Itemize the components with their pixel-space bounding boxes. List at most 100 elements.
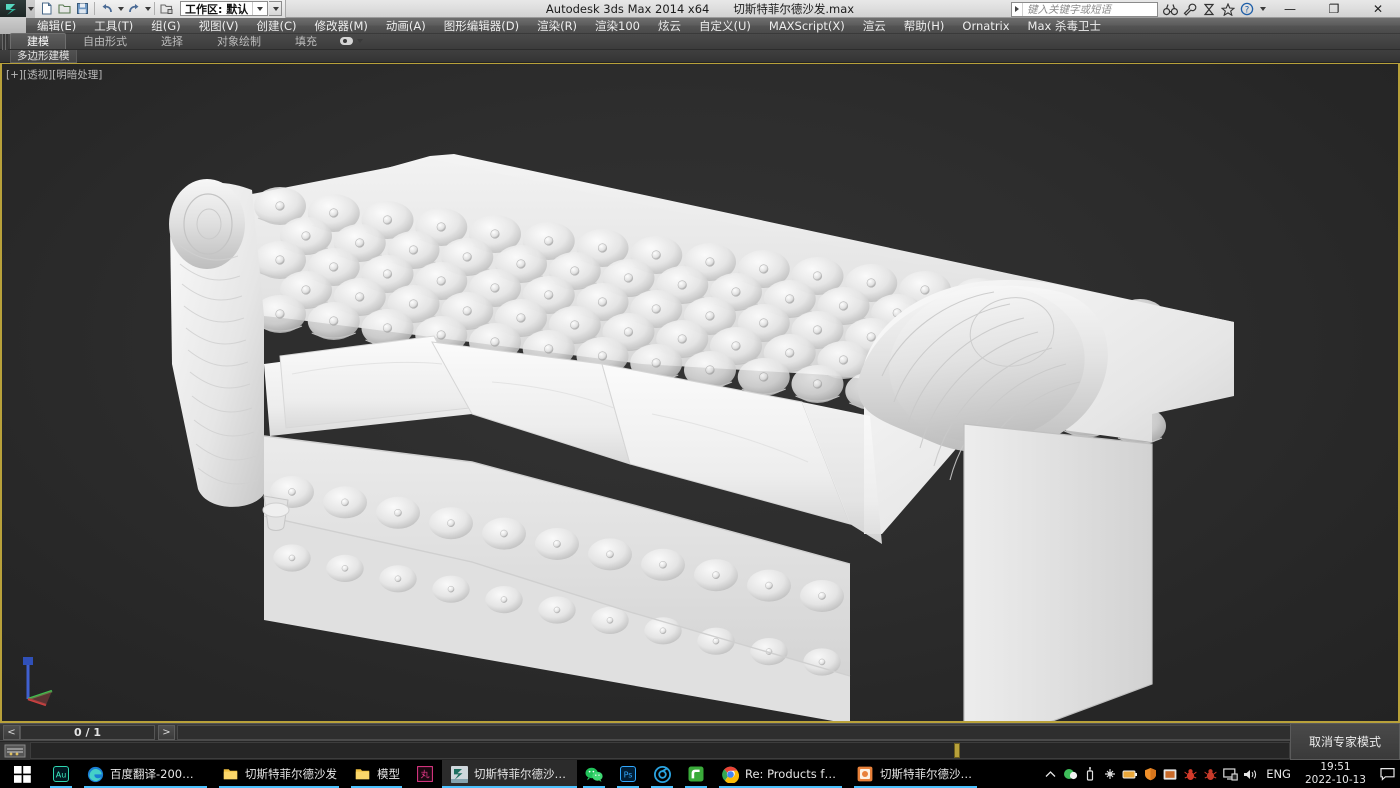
taskbar-item-label: Re: Products for ... xyxy=(745,767,840,781)
taskbar-app-maru[interactable]: 丸 xyxy=(408,760,442,788)
help-question-icon[interactable]: ? xyxy=(1237,0,1256,18)
taskbar-folder-sofa[interactable]: 切斯特菲尔德沙发 xyxy=(213,760,345,788)
time-slider-track[interactable] xyxy=(177,725,1400,740)
orange-shield-icon[interactable] xyxy=(1140,760,1160,788)
taskbar-3dsmax[interactable]: 切斯特菲尔德沙发.... xyxy=(442,760,577,788)
show-hidden-icons-chevron-icon[interactable] xyxy=(1040,760,1060,788)
chevron-down-icon xyxy=(118,7,124,11)
volume-speaker-icon[interactable] xyxy=(1240,760,1260,788)
save-file-button[interactable] xyxy=(74,1,91,17)
close-button[interactable]: ✕ xyxy=(1356,0,1400,18)
usb-eject-icon[interactable] xyxy=(1080,760,1100,788)
title-bar-right: 键入关键字或短语 ? — ❐ ✕ xyxy=(1011,0,1400,18)
menu-animation[interactable]: 动画(A) xyxy=(377,18,435,34)
red-ant2-icon[interactable] xyxy=(1200,760,1220,788)
ribbon-overflow-button[interactable] xyxy=(334,33,369,49)
perspective-viewport[interactable]: [+][透视][明暗处理] xyxy=(2,64,1398,721)
toolbar-separator xyxy=(154,2,155,15)
menu-group[interactable]: 组(G) xyxy=(142,18,189,34)
taskbar-audition[interactable]: Au xyxy=(44,760,78,788)
current-frame-field[interactable]: 0 / 1 xyxy=(20,725,155,740)
cancel-expert-mode-button[interactable]: 取消专家模式 xyxy=(1290,723,1400,760)
menu-help[interactable]: 帮助(H) xyxy=(895,18,954,34)
hourglass-icon[interactable] xyxy=(1199,0,1218,18)
ribbon-tab-populate[interactable]: 填充 xyxy=(278,33,334,49)
restore-button[interactable]: ❐ xyxy=(1312,0,1356,18)
binoculars-icon[interactable] xyxy=(1161,0,1180,18)
previous-frame-button[interactable]: < xyxy=(3,725,20,740)
ribbon-panel-title[interactable]: 多边形建模 xyxy=(10,50,77,63)
svg-text:?: ? xyxy=(1244,5,1249,15)
open-mini-curve-editor-icon[interactable] xyxy=(0,742,30,760)
redo-dropdown[interactable] xyxy=(143,1,151,17)
menu-tools[interactable]: 工具(T) xyxy=(85,18,142,34)
clock[interactable]: 19:51 2022-10-13 xyxy=(1297,761,1374,787)
menu-maxscript[interactable]: MAXScript(X) xyxy=(760,18,854,34)
ribbon-tab-selection[interactable]: 选择 xyxy=(144,33,200,49)
input-language-indicator[interactable]: ENG xyxy=(1260,767,1297,781)
menu-graph-editors[interactable]: 图形编辑器(D) xyxy=(435,18,528,34)
menu-rayvision[interactable]: 渲云 xyxy=(854,18,895,34)
ribbon-tab-modeling[interactable]: 建模 xyxy=(10,33,66,49)
notification-bubble-icon[interactable] xyxy=(1374,760,1400,788)
track-bar-timeline[interactable] xyxy=(30,742,1290,759)
network-adapter-icon[interactable] xyxy=(1100,760,1120,788)
taskbar-wechat[interactable] xyxy=(577,760,611,788)
taskbar-folder-model[interactable]: 模型 xyxy=(345,760,408,788)
menu-modifiers[interactable]: 修改器(M) xyxy=(306,18,377,34)
menu-edit[interactable]: 编辑(E) xyxy=(28,18,85,34)
ribbon-tab-bar: 建模自由形式选择对象绘制填充 xyxy=(0,34,1400,50)
undo-button[interactable] xyxy=(98,1,115,17)
search-dropdown-icon[interactable] xyxy=(1012,3,1023,16)
chevron-down-icon[interactable] xyxy=(252,2,265,15)
taskbar-wps[interactable] xyxy=(679,760,713,788)
help-dropdown-icon[interactable] xyxy=(1256,0,1268,18)
taskbar-edge-baidu-translate[interactable]: 百度翻译-200种语... xyxy=(78,760,213,788)
red-ant-icon[interactable] xyxy=(1180,760,1200,788)
ribbon-tab-object-paint[interactable]: 对象绘制 xyxy=(200,33,278,49)
search-input[interactable]: 键入关键字或短语 xyxy=(1023,2,1157,17)
green-shield-icon[interactable] xyxy=(1060,760,1080,788)
undo-dropdown[interactable] xyxy=(116,1,124,17)
taskbar-browser-blue[interactable] xyxy=(645,760,679,788)
taskbar-chrome-mail[interactable]: Re: Products for ... xyxy=(713,760,848,788)
menu-logo-spacer xyxy=(0,17,26,34)
menu-render100[interactable]: 渲染100 xyxy=(586,18,649,34)
3dsmax-icon xyxy=(450,765,468,783)
screenshot-tool-icon[interactable] xyxy=(1160,760,1180,788)
menu-ornatrix[interactable]: Ornatrix xyxy=(953,18,1018,34)
3dsmax-logo-icon[interactable] xyxy=(0,0,26,18)
keyframe-marker[interactable] xyxy=(954,743,960,758)
app-title: Autodesk 3ds Max 2014 x64 xyxy=(546,2,709,16)
axis-tripod-gizmo xyxy=(12,655,58,707)
new-file-button[interactable] xyxy=(38,1,55,17)
battery-icon[interactable] xyxy=(1120,760,1140,788)
menu-views[interactable]: 视图(V) xyxy=(190,18,248,34)
taskbar-image-viewer[interactable]: 切斯特菲尔德沙发0... xyxy=(848,760,983,788)
star-icon[interactable] xyxy=(1218,0,1237,18)
menu-rendering[interactable]: 渲染(R) xyxy=(528,18,586,34)
open-file-button[interactable] xyxy=(56,1,73,17)
menu-create[interactable]: 创建(C) xyxy=(247,18,305,34)
3dsmax-application-window: 工作区: 默认 Autodesk 3ds Max 2014 x64 切斯特菲尔德… xyxy=(0,0,1400,788)
wrench-icon[interactable] xyxy=(1180,0,1199,18)
search-box[interactable]: 键入关键字或短语 xyxy=(1011,2,1158,17)
workspace-label: 工作区: 默认 xyxy=(185,1,248,17)
application-menu-dropdown[interactable] xyxy=(26,0,35,18)
ribbon-tab-freeform[interactable]: 自由形式 xyxy=(66,33,144,49)
windows-start-icon[interactable] xyxy=(0,760,44,788)
menu-xuanyun[interactable]: 炫云 xyxy=(649,18,690,34)
taskbar-photoshop[interactable]: Ps xyxy=(611,760,645,788)
chevron-down-icon xyxy=(28,7,34,11)
chevron-down-icon xyxy=(357,39,363,43)
menu-max-antivirus[interactable]: Max 杀毒卫士 xyxy=(1019,18,1110,34)
system-tray: ENG 19:51 2022-10-13 xyxy=(1040,760,1400,788)
remote-display-icon[interactable] xyxy=(1220,760,1240,788)
next-frame-button[interactable]: > xyxy=(158,725,175,740)
workspace-menu-button[interactable] xyxy=(269,1,282,16)
menu-customize[interactable]: 自定义(U) xyxy=(690,18,760,34)
set-project-folder-button[interactable] xyxy=(158,1,175,17)
redo-button[interactable] xyxy=(125,1,142,17)
workspace-selector[interactable]: 工作区: 默认 xyxy=(180,1,268,16)
minimize-button[interactable]: — xyxy=(1268,0,1312,18)
